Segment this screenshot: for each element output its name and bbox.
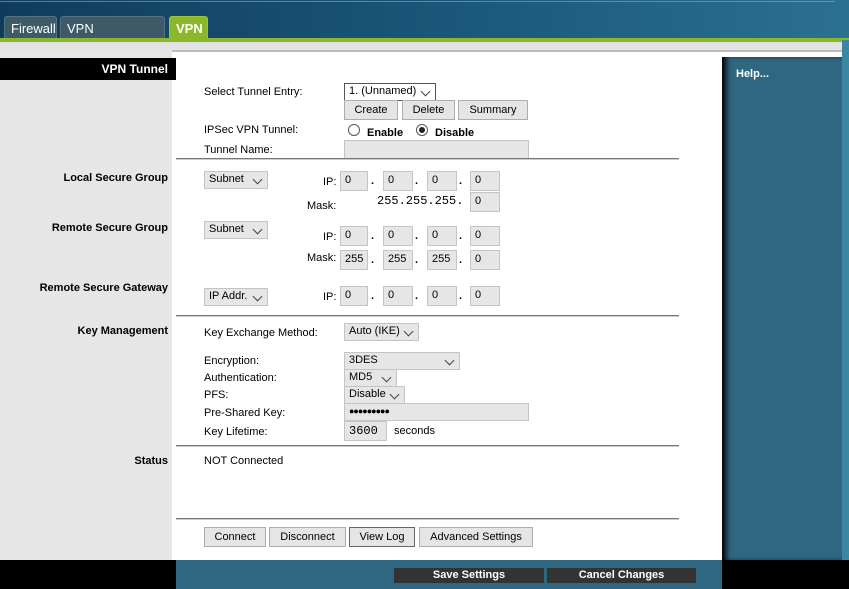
tunnel-name-label: Tunnel Name: [204,144,273,156]
gateway-ip-octet-1[interactable]: 0 [340,286,368,306]
authentication-select[interactable]: MD5 [344,369,397,387]
tunnel-entry-select[interactable]: 1. (Unnamed) [344,83,436,101]
local-mask-label: Mask: [307,200,337,212]
gateway-label: Remote Secure Gateway [39,282,168,294]
key-lifetime-input[interactable]: 3600 [344,421,387,441]
local-group-label: Local Secure Group [63,172,168,184]
enable-label: Enable [367,127,404,139]
connect-button[interactable]: Connect [204,527,266,547]
octet-separator: . [415,290,419,302]
octet-separator: . [415,175,419,187]
key-management-label: Key Management [77,325,168,337]
seconds-label: seconds [394,425,435,437]
remote-ip-octet-3[interactable]: 0 [427,226,457,246]
tab-vpn[interactable]: VPN [169,16,208,40]
status-label: Status [134,455,168,467]
pfs-select[interactable]: Disable [344,386,405,404]
octet-separator: . [415,230,419,242]
section-title: VPN Tunnel [0,58,176,80]
disable-label: Disable [435,127,475,139]
save-settings-button[interactable]: Save Settings [394,568,544,583]
key-method-label: Key Exchange Method: [204,327,318,339]
encryption-select[interactable]: 3DES [344,352,460,370]
tab-vpn-passthrough[interactable]: VPN Passthrough [60,16,165,51]
pfs-label: PFS: [204,389,229,401]
octet-separator: . [371,254,375,266]
divider [176,518,679,520]
local-ip-octet-3[interactable]: 0 [427,171,457,191]
remote-mask-octet-1[interactable]: 255 [340,250,368,270]
gateway-ip-label: IP: [323,291,337,303]
remote-mask-octet-4[interactable]: 0 [470,250,500,270]
footer-right [722,560,849,589]
local-ip-octet-1[interactable]: 0 [340,171,368,191]
remote-mask-octet-3[interactable]: 255 [427,250,457,270]
ipsec-label: IPSec VPN Tunnel: [204,124,299,136]
status-value: NOT Connected [204,455,284,467]
left-column [0,50,172,560]
divider [0,1,835,2]
octet-separator: . [459,175,463,187]
local-mask-prefix: 255.255.255. [377,194,464,208]
remote-ip-label: IP: [323,231,337,243]
tunnel-name-input[interactable] [344,140,529,159]
local-type-select[interactable]: Subnet [204,171,268,189]
psk-input[interactable]: ●●●●●●●●● [344,403,529,421]
encryption-label: Encryption: [204,355,260,367]
remote-ip-octet-1[interactable]: 0 [340,226,368,246]
right-edge [842,40,849,589]
enable-radio[interactable] [348,124,360,136]
local-mask-octet-4[interactable]: 0 [470,192,500,212]
authentication-label: Authentication: [204,372,277,384]
disconnect-button[interactable]: Disconnect [269,527,346,547]
remote-mask-label: Mask: [307,252,337,264]
select-tunnel-label: Select Tunnel Entry: [204,86,303,98]
tab-firewall[interactable]: Firewall [4,16,57,40]
remote-ip-octet-4[interactable]: 0 [470,226,500,246]
summary-button[interactable]: Summary [458,100,528,120]
octet-separator: . [371,175,375,187]
octet-separator: . [459,254,463,266]
gateway-type-select[interactable]: IP Addr. [204,288,268,306]
cancel-changes-button[interactable]: Cancel Changes [547,568,696,583]
octet-separator: . [415,254,419,266]
view-log-button[interactable]: View Log [349,527,415,547]
divider [176,445,679,447]
local-ip-octet-2[interactable]: 0 [383,171,413,191]
octet-separator: . [371,230,375,242]
remote-group-label: Remote Secure Group [51,222,168,234]
local-ip-octet-4[interactable]: 0 [470,171,500,191]
advanced-settings-button[interactable]: Advanced Settings [419,527,533,547]
key-lifetime-label: Key Lifetime: [204,426,268,438]
disable-radio[interactable] [416,124,428,136]
divider [176,158,679,160]
local-ip-label: IP: [323,176,337,188]
gateway-ip-octet-3[interactable]: 0 [427,286,457,306]
help-link[interactable]: Help... [736,68,769,80]
gateway-ip-octet-2[interactable]: 0 [383,286,413,306]
delete-button[interactable]: Delete [402,100,455,120]
create-button[interactable]: Create [344,100,398,120]
help-panel [722,57,842,560]
octet-separator: . [371,290,375,302]
remote-ip-octet-2[interactable]: 0 [383,226,413,246]
key-method-select[interactable]: Auto (IKE) [344,323,419,341]
octet-separator: . [459,290,463,302]
divider [176,315,679,317]
footer-left [0,560,176,589]
remote-type-select[interactable]: Subnet [204,221,268,239]
remote-mask-octet-2[interactable]: 255 [383,250,413,270]
octet-separator: . [459,230,463,242]
psk-label: Pre-Shared Key: [204,407,286,419]
gateway-ip-octet-4[interactable]: 0 [470,286,500,306]
